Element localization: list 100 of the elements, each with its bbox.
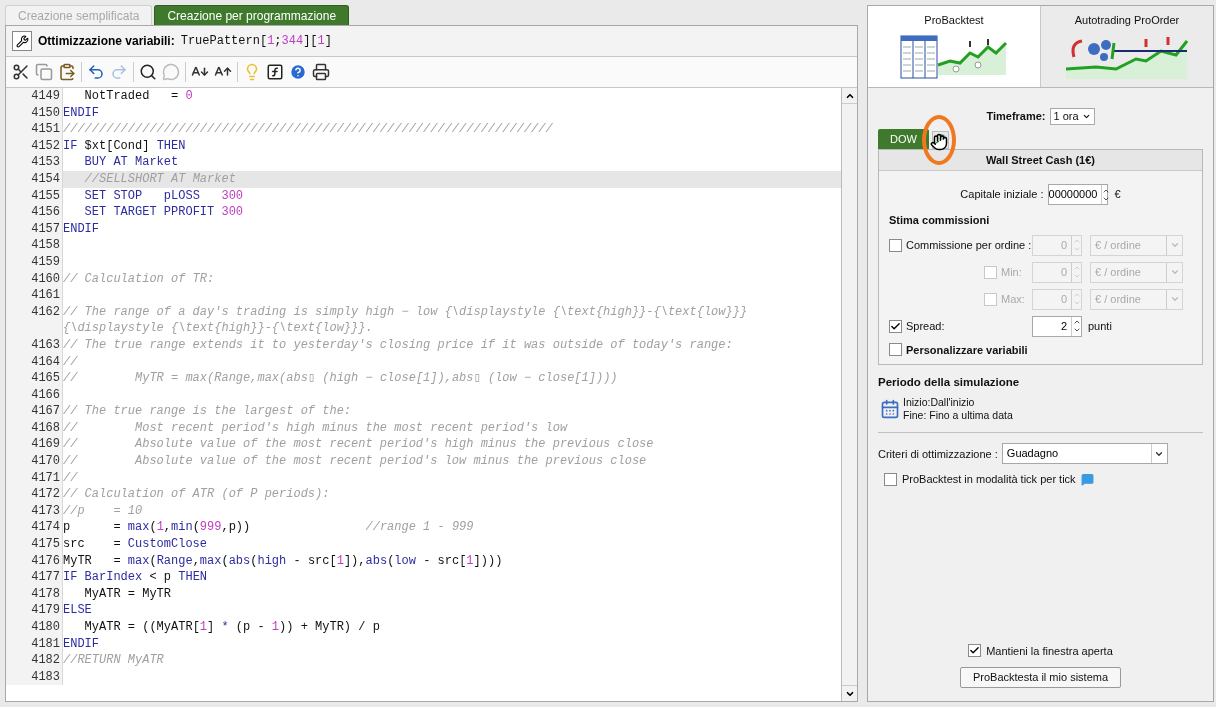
code-line: // Absolute value of the most recent period's low minus the previous close — [63, 454, 647, 469]
run-backtest-button[interactable]: ProBacktesta il mio sistema — [959, 667, 1122, 688]
line-number: 4149 — [6, 88, 63, 105]
line-number: 4170 — [6, 453, 63, 470]
function-icon[interactable] — [266, 63, 284, 81]
spin-down-icon[interactable] — [1072, 326, 1081, 334]
criteria-label: Criteri di ottimizzazione : — [878, 446, 998, 462]
period-title: Periodo della simulazione — [878, 375, 1021, 390]
keep-open-label: Mantieni la finestra aperta — [986, 643, 1113, 659]
mode-tab[interactable]: Autotrading ProOrder — [1040, 6, 1213, 87]
code-line: // Calculation of TR: — [63, 271, 215, 286]
code-line: MyTR = max(Range,max(abs(high - src[1]),abs(low - src[1]))) — [63, 553, 503, 568]
line-number: 4179 — [6, 602, 63, 619]
code-line: // — [63, 470, 78, 485]
number-field[interactable]: 00000000 — [1047, 184, 1108, 205]
spread-unit: punti — [1088, 318, 1112, 334]
tab[interactable]: Creazione per programmazione — [154, 5, 350, 25]
period-start: Inizio:Dall'inizio — [903, 396, 976, 410]
period-end: Fine: Fino a ultima data — [903, 409, 1013, 423]
field-value: 0 — [1059, 237, 1068, 253]
field-value: 0 — [1059, 264, 1068, 280]
dropdown-caret-icon — [1169, 267, 1180, 277]
undo-icon[interactable] — [87, 63, 105, 81]
line-number: 4162 — [6, 303, 63, 337]
mode-tab[interactable]: ProBacktest — [868, 6, 1040, 87]
speech-bubble-icon[interactable] — [1080, 473, 1094, 486]
line-number: 4182 — [6, 652, 63, 669]
printer-icon[interactable] — [312, 63, 330, 81]
field-value: 2 — [1059, 318, 1068, 334]
optimization-label: Ottimizzazione variabili: — [38, 33, 175, 50]
commission-label: Min: — [1001, 264, 1022, 280]
code-line: // — [63, 354, 78, 369]
line-number: 4153 — [6, 154, 63, 171]
code-line: ELSE — [63, 603, 92, 618]
line-number: 4177 — [6, 569, 63, 586]
code-line: ENDIF — [63, 105, 99, 120]
code-line: ENDIF — [63, 636, 99, 651]
code-line: // MyTR = max(Range,max(abs▯ (high − close[1]),abs▯ (low − close[1]))) — [63, 371, 618, 386]
code-line: // The range of a day's trading is simply high − low {\displaystyle {\text{high}}-{\text{low}}} {\displaystyle {\text{high}}-{\text{low}}}. — [63, 304, 749, 336]
code-line: NotTraded = 0 — [83, 89, 193, 103]
commission-label: Commissione per ordine : — [906, 237, 1032, 253]
dropdown-caret-icon — [1169, 240, 1180, 250]
code-line: p = max(1,min(999,p)) //range 1 - 999 — [63, 520, 474, 535]
wrench-icon — [15, 34, 29, 48]
help-icon[interactable] — [289, 63, 307, 81]
code-line: MyATR = MyTR — [83, 586, 172, 601]
code-line: src = CustomClose — [63, 537, 208, 552]
calendar-icon[interactable] — [880, 399, 900, 420]
dropdown-caret-icon — [1169, 294, 1180, 304]
spread-label: Spread: — [906, 318, 945, 334]
line-number: 4172 — [6, 486, 63, 503]
dropdown-caret-icon — [1081, 112, 1091, 121]
custom-variables-label: Personalizzare variabili — [906, 342, 1028, 358]
code-line: // Absolute value of the most recent period's high minus the previous close — [63, 437, 654, 452]
checkbox[interactable] — [968, 644, 982, 658]
code-line: ENDIF — [63, 221, 99, 236]
code-line: IF BarIndex < p THEN — [63, 570, 208, 585]
field-value: 00000000 — [1048, 187, 1099, 202]
commissions-title: Stima commissioni — [889, 213, 991, 228]
checkbox[interactable] — [889, 319, 902, 333]
checkbox[interactable] — [884, 473, 897, 486]
copy-icon[interactable] — [35, 63, 53, 81]
scrollbar[interactable] — [841, 88, 857, 701]
cut-icon[interactable] — [12, 63, 30, 81]
timeframe-dropdown[interactable]: 1 ora — [1049, 108, 1095, 125]
spin-up-icon[interactable] — [1072, 318, 1081, 326]
line-number: 4175 — [6, 536, 63, 553]
code-line: //SELLSHORT AT Market — [83, 171, 236, 186]
code-line: SET STOP pLOSS 300 — [83, 188, 244, 203]
capital-label: Capitale iniziale : — [960, 187, 1044, 203]
line-number: 4174 — [6, 519, 63, 537]
optimization-button[interactable] — [12, 31, 32, 51]
code-line: MyATR = ((MyATR[1] * (p - 1)) + MyTR) / p — [83, 620, 380, 634]
line-number: 4156 — [6, 204, 63, 221]
paste-icon[interactable] — [58, 63, 76, 81]
optimization-value: TruePattern[1;344][1] — [180, 33, 332, 50]
line-number: 4167 — [6, 403, 63, 420]
line-number: 4158 — [6, 237, 63, 254]
checkbox[interactable] — [889, 238, 902, 252]
code-line: // Calculation of ATR (of P periods): — [63, 487, 330, 502]
field-value: 0 — [1059, 291, 1068, 307]
line-number: 4161 — [6, 287, 63, 304]
timeframe-label: Timeframe: — [986, 109, 1046, 125]
line-number: 4151 — [6, 121, 63, 138]
number-field[interactable]: 2 — [1032, 315, 1082, 337]
instrument-title: Wall Street Cash (1€) — [879, 150, 1202, 171]
commission-label: Max: — [1001, 291, 1025, 307]
code-line: BUY AT Market — [83, 155, 179, 170]
code-line: // The true range is the largest of the: — [63, 404, 352, 419]
code-line: IF $xt[Cond] THEN — [63, 138, 186, 153]
code-line: //RETURN MyATR — [63, 653, 164, 668]
line-number: 4180 — [6, 619, 63, 636]
line-number: 4165 — [6, 370, 63, 387]
code-line: SET TARGET PPROFIT 300 — [83, 205, 244, 220]
code-line: //p = 10 — [63, 503, 143, 518]
dropdown[interactable]: Guadagno — [1001, 443, 1168, 465]
instrument-tab[interactable]: DOW — [878, 129, 929, 149]
tick-mode-label: ProBacktest in modalità tick per tick — [902, 472, 1076, 488]
search-icon[interactable] — [139, 63, 157, 81]
checkbox[interactable] — [889, 343, 902, 357]
